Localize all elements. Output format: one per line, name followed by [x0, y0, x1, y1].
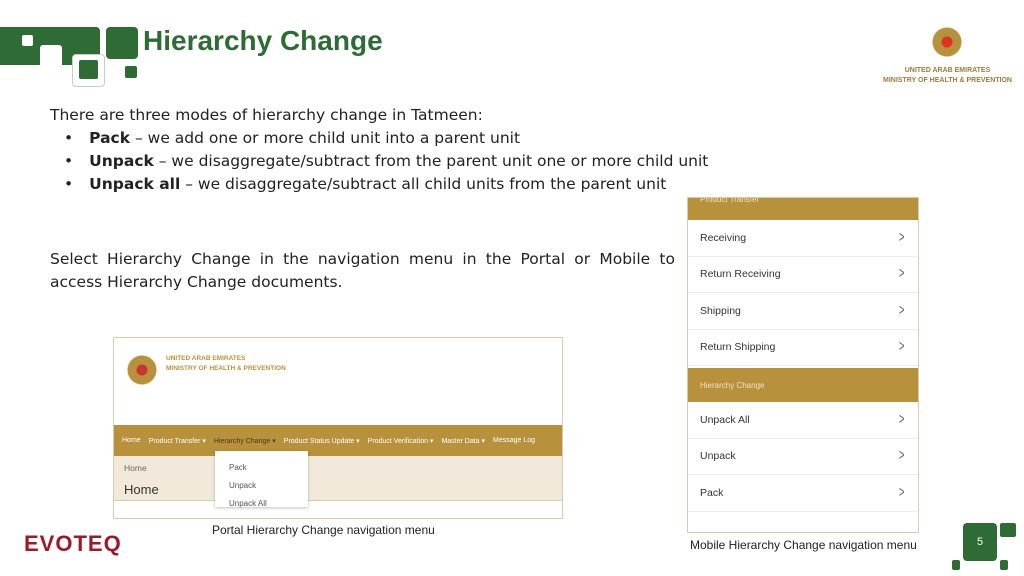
portal-page-title: Home: [124, 482, 159, 497]
mobile-item-pack[interactable]: Pack >: [688, 475, 918, 512]
decor-square: [1000, 523, 1016, 537]
intro: There are three modes of hierarchy chang…: [50, 106, 483, 124]
chevron-right-icon: >: [898, 338, 905, 356]
mobile-section-header: Hierarchy Change: [688, 368, 918, 402]
decor-square: [952, 560, 960, 570]
dropdown-item-pack[interactable]: Pack: [229, 459, 308, 477]
mobile-item-return-shipping[interactable]: Return Shipping >: [688, 330, 918, 366]
mode-term: Unpack all: [89, 175, 181, 193]
item-label: Return Shipping: [700, 341, 776, 354]
mode-item: Unpack – we disaggregate/subtract from t…: [64, 150, 708, 173]
chevron-right-icon: >: [898, 301, 905, 319]
mobile-item-shipping[interactable]: Shipping >: [688, 293, 918, 330]
chevron-right-icon: >: [898, 483, 905, 501]
item-label: Shipping: [700, 304, 741, 317]
breadcrumb[interactable]: Home: [124, 463, 147, 473]
uae-emblem-icon: [932, 20, 962, 60]
item-label: Unpack All: [700, 413, 750, 426]
nav-hierarchy-change[interactable]: Hierarchy Change ▾: [214, 437, 276, 445]
mode-term: Pack: [89, 129, 131, 147]
mode-item: Unpack all – we disaggregate/subtract al…: [64, 173, 708, 196]
item-label: Receiving: [700, 231, 747, 244]
ministry-logo-text: UNITED ARAB EMIRATES MINISTRY OF HEALTH …: [883, 66, 1012, 86]
item-label: Unpack: [700, 450, 736, 463]
mobile-item-unpack[interactable]: Unpack >: [688, 439, 918, 475]
instruction-text: Select Hierarchy Change in the navigatio…: [50, 250, 675, 291]
portal-caption: Portal Hierarchy Change navigation menu: [212, 523, 435, 537]
uae-emblem-icon: [126, 348, 158, 388]
mode-item: Pack – we add one or more child unit int…: [64, 127, 708, 150]
intro-text: There are three modes of hierarchy chang…: [50, 104, 708, 196]
org-line1: UNITED ARAB EMIRATES: [904, 67, 991, 74]
portal-nav-bar: Home Product Transfer ▾ Hierarchy Change…: [114, 425, 562, 456]
decor-square: [1000, 560, 1008, 570]
dropdown-item-unpack[interactable]: Unpack: [229, 477, 308, 495]
mode-desc: – we disaggregate/subtract all child uni…: [180, 175, 667, 193]
nav-product-status-update[interactable]: Product Status Update ▾: [284, 437, 360, 445]
mobile-item-receiving[interactable]: Receiving >: [688, 220, 918, 257]
portal-screenshot: UNITED ARAB EMIRATES MINISTRY OF HEALTH …: [113, 337, 563, 519]
hierarchy-change-dropdown: Pack Unpack Unpack All: [215, 451, 308, 508]
page-number: 5: [963, 523, 997, 561]
mobile-section-header: Product Transfer: [688, 198, 918, 220]
nav-home[interactable]: Home: [122, 437, 141, 444]
mobile-item-unpack-all[interactable]: Unpack All >: [688, 402, 918, 439]
nav-product-transfer[interactable]: Product Transfer ▾: [149, 437, 206, 445]
org-line2: MINISTRY OF HEALTH & PREVENTION: [166, 365, 286, 372]
portal-org-text: UNITED ARAB EMIRATES MINISTRY OF HEALTH …: [166, 354, 286, 374]
evoteq-logo: EVOTEQ: [24, 531, 122, 556]
item-label: Return Receiving: [700, 268, 781, 281]
nav-message-log[interactable]: Message Log: [493, 437, 535, 444]
nav-master-data[interactable]: Master Data ▾: [441, 437, 485, 445]
mode-desc: – we disaggregate/subtract from the pare…: [153, 152, 709, 170]
mobile-item-return-receiving[interactable]: Return Receiving >: [688, 257, 918, 293]
mode-term: Unpack: [89, 152, 154, 170]
org-line1: UNITED ARAB EMIRATES: [166, 355, 246, 362]
chevron-right-icon: >: [898, 228, 905, 246]
mobile-caption: Mobile Hierarchy Change navigation menu: [690, 538, 917, 552]
mode-desc: – we add one or more child unit into a p…: [130, 129, 521, 147]
nav-product-verification[interactable]: Product Verification ▾: [368, 437, 434, 445]
modes-list: Pack – we add one or more child unit int…: [64, 127, 708, 196]
breadcrumb-area: Home Home: [114, 456, 562, 501]
chevron-right-icon: >: [898, 447, 905, 465]
page-title: Hierarchy Change: [143, 25, 383, 56]
dropdown-item-unpack-all[interactable]: Unpack All: [229, 495, 308, 513]
item-label: Pack: [700, 486, 724, 499]
mobile-screenshot: Product Transfer Receiving > Return Recei…: [687, 197, 919, 533]
chevron-right-icon: >: [898, 410, 905, 428]
org-line2: MINISTRY OF HEALTH & PREVENTION: [883, 77, 1012, 84]
chevron-right-icon: >: [898, 265, 905, 283]
